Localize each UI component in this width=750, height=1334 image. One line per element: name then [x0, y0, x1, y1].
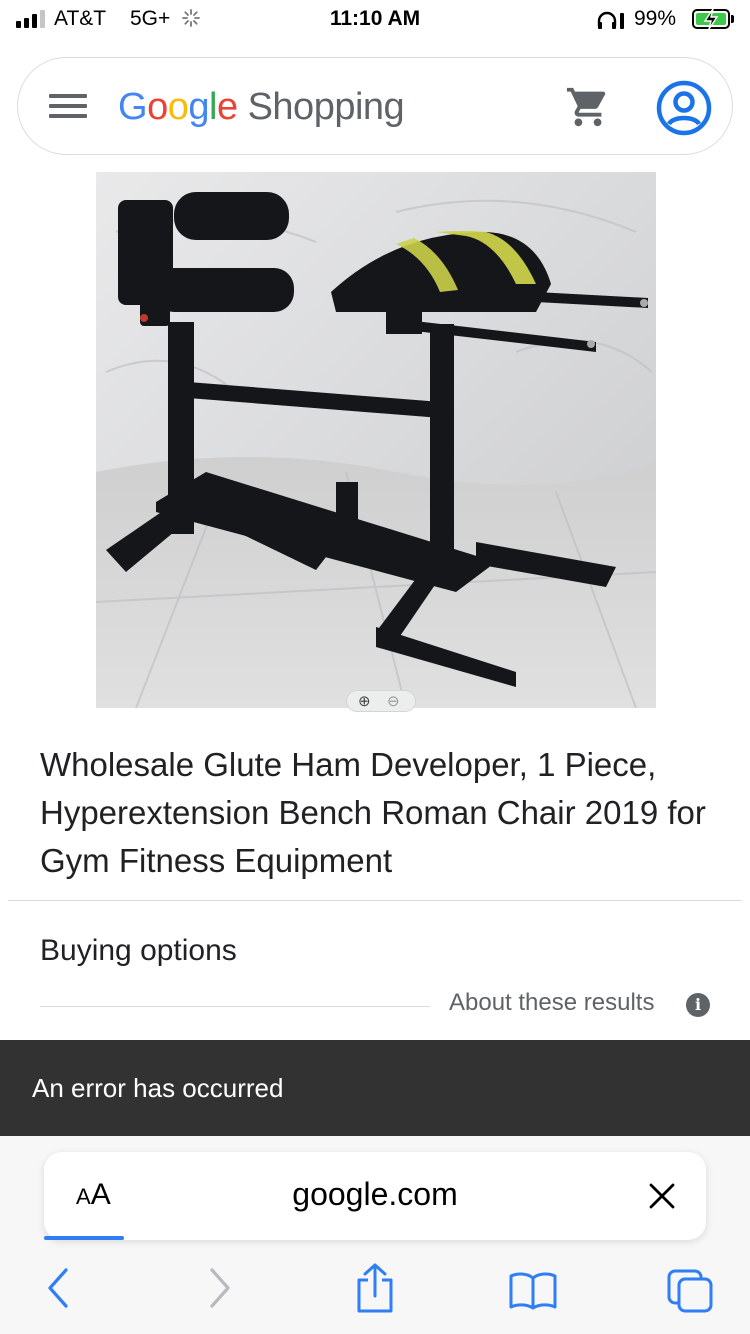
zoom-in-icon[interactable]: ⊕ [358, 692, 371, 710]
logo-letter: l [208, 86, 217, 128]
back-icon[interactable] [44, 1266, 72, 1310]
product-image[interactable] [96, 172, 656, 708]
close-icon[interactable] [648, 1182, 676, 1210]
shopping-header: Google Shopping [17, 57, 733, 155]
google-shopping-logo[interactable]: Google Shopping [118, 86, 405, 129]
status-bar: AT&T 5G+ 11:10 AM 99% [0, 0, 750, 44]
menu-icon[interactable] [49, 94, 87, 120]
google-logo-text: Google [118, 86, 238, 128]
url-text[interactable]: google.com [44, 1176, 706, 1213]
about-these-results-link[interactable]: About these results [449, 989, 654, 1017]
error-message: An error has occurred [32, 1073, 284, 1103]
divider [40, 1006, 430, 1007]
headphones-icon [597, 11, 624, 29]
tabs-icon[interactable] [666, 1268, 714, 1314]
address-bar[interactable]: AA google.com [44, 1152, 706, 1240]
error-snackbar: An error has occurred [0, 1040, 750, 1136]
logo-letter: e [216, 86, 238, 128]
logo-letter: G [118, 86, 148, 128]
product-title: Wholesale Glute Ham Developer, 1 Piece, … [40, 746, 706, 879]
share-icon[interactable] [354, 1262, 396, 1314]
battery-percent: 99% [634, 7, 677, 30]
info-icon[interactable]: i [686, 993, 710, 1017]
buying-options-heading: Buying options [40, 934, 237, 967]
shopping-cart-icon[interactable] [564, 84, 612, 130]
forward-icon[interactable] [206, 1266, 234, 1310]
divider [8, 900, 742, 901]
zoom-out-icon[interactable]: ⊖ [387, 692, 400, 710]
logo-letter: o [167, 86, 189, 128]
charging-bolt-icon [703, 8, 719, 30]
logo-letter: o [147, 86, 168, 128]
logo-shopping-text: Shopping [247, 86, 405, 128]
page-load-progress [44, 1236, 124, 1240]
image-zoom-control[interactable]: ⊕ ⊖ [346, 690, 416, 712]
logo-letter: g [188, 86, 209, 128]
roman-chair-photo [96, 172, 656, 708]
bookmarks-icon[interactable] [508, 1270, 558, 1310]
account-icon[interactable] [656, 80, 712, 136]
